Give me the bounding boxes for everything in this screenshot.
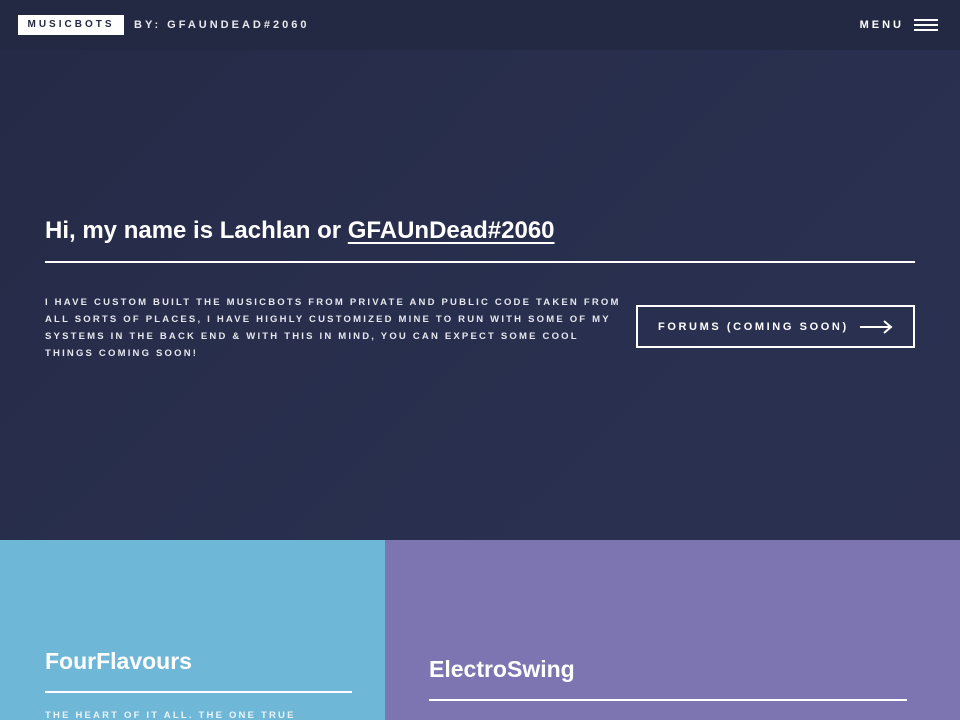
hero-divider	[45, 261, 915, 263]
hamburger-icon	[914, 18, 938, 32]
tile-fourflavours[interactable]: FourFlavours THE HEART OF IT ALL. THE ON…	[0, 540, 385, 720]
tile-title: ElectroSwing	[429, 656, 575, 682]
tile-title: FourFlavours	[45, 648, 192, 674]
hero-title: Hi, my name is Lachlan or GFAUnDead#2060	[45, 213, 555, 249]
tile-divider	[429, 699, 907, 701]
hero-description: I have custom built the musicbots from p…	[45, 297, 621, 359]
forums-button[interactable]: FORUMS (COMING SOON)	[636, 305, 915, 348]
site-byline: BY: GFAUNDEAD#2060	[134, 19, 310, 31]
forums-button-label: FORUMS (COMING SOON)	[658, 320, 849, 333]
site-header: MUSICBOTS BY: GFAUNDEAD#2060 MENU	[0, 0, 960, 50]
menu-label: MENU	[859, 19, 904, 31]
hero-banner: Hi, my name is Lachlan or GFAUnDead#2060…	[0, 50, 960, 540]
menu-button[interactable]: MENU	[860, 13, 938, 37]
tile-description: THE HEART OF IT ALL. THE ONE TRUE	[45, 710, 296, 720]
discord-tag-link[interactable]: GFAUnDead#2060	[348, 217, 555, 244]
arrow-right-icon	[859, 319, 893, 334]
hero-title-text: Hi, my name is Lachlan or	[45, 217, 348, 244]
site-logo[interactable]: MUSICBOTS	[18, 15, 124, 35]
tile-electroswing[interactable]: ElectroSwing	[385, 540, 960, 720]
tile-divider	[45, 691, 352, 693]
